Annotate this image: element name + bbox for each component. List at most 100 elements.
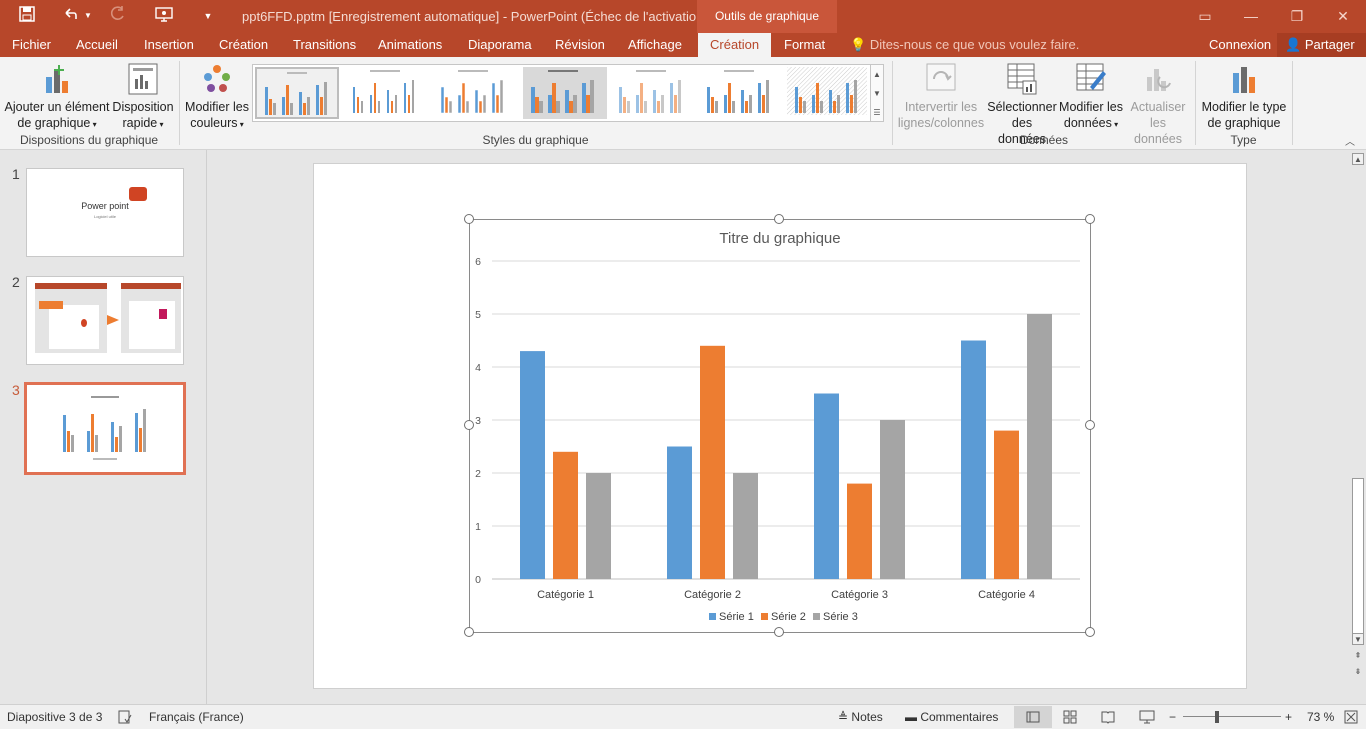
tab-slideshow[interactable]: Diaporama	[468, 33, 532, 57]
slide-thumbnail-3[interactable]	[24, 382, 186, 475]
redo-icon[interactable]	[108, 6, 128, 26]
comments-button[interactable]: ▬ Commentaires	[905, 710, 998, 724]
person-icon: 👤	[1285, 37, 1302, 52]
tell-me-search[interactable]: 💡 Dites-nous ce que vous voulez faire.	[850, 33, 1079, 57]
save-icon[interactable]	[16, 6, 38, 26]
tab-insert[interactable]: Insertion	[144, 33, 194, 57]
zoom-out-button[interactable]: −	[1169, 710, 1176, 724]
chart-style-6[interactable]	[699, 67, 783, 119]
bar[interactable]	[733, 473, 758, 579]
add-chart-element-button[interactable]: Ajouter un élément de graphique ▾	[4, 57, 110, 133]
notes-button[interactable]: ≜ Notes	[838, 710, 883, 724]
resize-handle-right[interactable]	[1085, 420, 1095, 430]
bar[interactable]	[520, 351, 545, 579]
chart-style-1[interactable]	[255, 67, 339, 119]
fit-to-window-icon[interactable]	[1344, 710, 1358, 727]
gallery-down-icon[interactable]: ▼	[871, 84, 883, 103]
bar[interactable]	[700, 345, 725, 579]
restore-icon[interactable]: ❐	[1274, 0, 1320, 33]
chart-style-2[interactable]	[345, 67, 429, 119]
minimize-icon[interactable]: —	[1228, 0, 1274, 33]
collapse-ribbon-icon[interactable]: ︿	[1345, 133, 1355, 148]
refresh-data-icon	[1147, 69, 1171, 91]
chart-style-3[interactable]	[433, 67, 517, 119]
previous-slide-icon[interactable]: ⇞	[1352, 650, 1364, 662]
close-icon[interactable]: ✕	[1320, 0, 1366, 33]
chart-title[interactable]: Titre du graphique	[719, 230, 840, 247]
tab-chart-format[interactable]: Format	[784, 33, 825, 57]
chart-object[interactable]: Titre du graphique 0123456 Catégorie 1 Ca…	[469, 219, 1091, 633]
share-button[interactable]: 👤 Partager	[1277, 33, 1366, 57]
tab-file[interactable]: Fichier	[12, 33, 51, 57]
gallery-up-icon[interactable]: ▲	[871, 65, 883, 84]
tab-transitions[interactable]: Transitions	[293, 33, 356, 57]
change-colors-button[interactable]: Modifier les couleurs ▾	[183, 57, 251, 133]
chart-style-4[interactable]	[523, 67, 607, 119]
x-tick-label: Catégorie 3	[831, 589, 888, 601]
slide-thumbnail-2[interactable]	[26, 276, 184, 365]
zoom-slider[interactable]	[1183, 716, 1281, 717]
zoom-level[interactable]: 73 %	[1307, 710, 1334, 724]
bar[interactable]	[994, 430, 1019, 579]
y-tick-label: 3	[475, 415, 481, 427]
tab-animations[interactable]: Animations	[378, 33, 442, 57]
slideshow-button[interactable]	[1139, 710, 1155, 727]
signin-link[interactable]: Connexion	[1209, 33, 1271, 57]
bar[interactable]	[1027, 314, 1052, 579]
slide-sorter-button[interactable]	[1063, 710, 1077, 727]
tab-chart-design[interactable]: Création	[698, 33, 772, 57]
tab-home[interactable]: Accueil	[76, 33, 118, 57]
undo-icon[interactable]	[60, 6, 80, 26]
tab-review[interactable]: Révision	[555, 33, 605, 57]
vertical-scrollbar[interactable]: ▲ ▼ ⇞ ⇟	[1350, 150, 1366, 704]
comment-icon: ▬	[905, 710, 917, 724]
bar[interactable]	[847, 483, 872, 579]
change-chart-type-button[interactable]: Modifier le type de graphique	[1199, 57, 1289, 131]
resize-handle-top-right[interactable]	[1085, 214, 1095, 224]
share-label: Partager	[1304, 37, 1355, 52]
zoom-in-button[interactable]: +	[1285, 710, 1292, 724]
resize-handle-left[interactable]	[464, 420, 474, 430]
tab-design[interactable]: Création	[219, 33, 268, 57]
scroll-down-icon[interactable]: ▼	[1352, 633, 1364, 645]
edit-data-button[interactable]: Modifier les données ▾	[1058, 57, 1124, 133]
slide-thumbnail-1[interactable]: Power point Logiciel utile	[26, 168, 184, 257]
normal-view-button[interactable]	[1014, 706, 1052, 728]
gallery-more-icon[interactable]: ☰	[871, 103, 883, 122]
resize-handle-bottom-left[interactable]	[464, 627, 474, 637]
quick-layout-button[interactable]: Disposition rapide ▾	[112, 57, 174, 133]
bar[interactable]	[880, 420, 905, 579]
type-group-label: Type	[1230, 133, 1257, 147]
comments-label: Commentaires	[920, 710, 999, 724]
reading-view-button[interactable]	[1101, 710, 1115, 727]
bar[interactable]	[553, 451, 578, 579]
resize-handle-top-left[interactable]	[464, 214, 474, 224]
customize-icon[interactable]: ▼	[202, 6, 214, 26]
resize-handle-top[interactable]	[774, 214, 784, 224]
tab-view[interactable]: Affichage	[628, 33, 682, 57]
spelling-check-icon[interactable]	[118, 710, 132, 727]
scrollbar-thumb[interactable]	[1352, 478, 1364, 638]
resize-handle-bottom[interactable]	[774, 627, 784, 637]
gallery-scroll[interactable]: ▲ ▼ ☰	[871, 64, 884, 122]
chart-style-7[interactable]	[787, 67, 871, 119]
language-indicator[interactable]: Français (France)	[149, 710, 244, 724]
present-icon[interactable]	[154, 6, 174, 26]
bar[interactable]	[814, 393, 839, 580]
arrow-right-icon	[107, 315, 119, 325]
switch-row-column-button[interactable]: Intervertir les lignes/colonnes	[896, 57, 986, 131]
chart-style-5[interactable]	[611, 67, 695, 119]
bar[interactable]	[586, 473, 611, 579]
add-chart-element-label-1: Ajouter un élément	[4, 100, 110, 114]
styles-group-label: Styles du graphique	[482, 133, 589, 147]
bar[interactable]	[667, 446, 692, 580]
scroll-up-icon[interactable]: ▲	[1352, 153, 1364, 165]
undo-dropdown-icon[interactable]: ▼	[83, 6, 93, 26]
ribbon-display-icon[interactable]: ▭	[1182, 0, 1228, 33]
bar[interactable]	[961, 340, 986, 580]
next-slide-icon[interactable]: ⇟	[1352, 666, 1364, 678]
zoom-slider-thumb[interactable]	[1215, 711, 1219, 723]
resize-handle-bottom-right[interactable]	[1085, 627, 1095, 637]
slideshow-icon	[1139, 710, 1155, 724]
x-tick-label: Catégorie 4	[978, 589, 1035, 601]
